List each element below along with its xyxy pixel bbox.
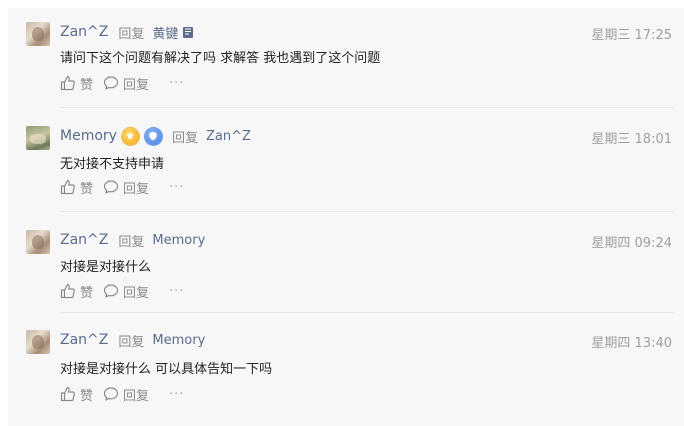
like-label: 赞: [80, 388, 94, 404]
comment-item: Zan^Z 回复 黄键 星期三 17:25 请问下这个问题有解决了吗 求解答 我…: [8, 8, 684, 108]
reply-target-username[interactable]: Memory: [152, 333, 205, 348]
gold-star-medal-icon[interactable]: [121, 127, 139, 145]
avatar[interactable]: [26, 330, 50, 354]
comment-header: Zan^Z 回复 Memory: [60, 330, 205, 350]
comment-header: Zan^Z 回复 黄键: [60, 22, 195, 42]
username[interactable]: Zan^Z: [60, 24, 108, 40]
speech-bubble-icon: [103, 387, 119, 401]
comment-content: 无对接不支持申请: [60, 157, 165, 172]
like-button[interactable]: 赞: [60, 178, 93, 197]
shield-icon: [149, 131, 158, 141]
reply-target-username[interactable]: Zan^Z: [206, 129, 251, 144]
reply-button[interactable]: 回复: [103, 74, 149, 93]
reply-label: 回复: [123, 181, 150, 197]
comment-time: 星期三 18:01: [591, 132, 672, 147]
like-button[interactable]: 赞: [60, 282, 93, 301]
comment-actions: 赞 回复 ···: [60, 177, 184, 197]
comment-header: Memory 回复 Zan^Z: [60, 126, 251, 146]
comment-header: Zan^Z 回复 Memory: [60, 230, 205, 250]
speech-bubble-icon: [103, 284, 119, 298]
more-button[interactable]: ···: [169, 180, 184, 195]
reply-button[interactable]: 回复: [103, 282, 149, 301]
like-label: 赞: [80, 77, 94, 93]
reply-target-username[interactable]: 黄键: [152, 23, 178, 42]
thumbs-up-icon: [60, 179, 75, 195]
comment-time: 星期四 13:40: [591, 336, 672, 351]
comment-item: Zan^Z 回复 Memory 星期四 13:40 对接是对接什么 可以具体告知…: [8, 316, 684, 416]
more-button[interactable]: ···: [169, 387, 184, 402]
comment-actions: 赞 回复 ···: [60, 73, 184, 93]
reply-word: 回复: [171, 130, 198, 146]
reply-word: 回复: [118, 234, 145, 250]
speech-bubble-icon: [103, 180, 119, 194]
more-button[interactable]: ···: [169, 284, 184, 299]
comment-item: Memory 回复 Zan^Z 星期三 18:01 无对接不支持申请 赞 回复 …: [8, 112, 684, 212]
username[interactable]: Memory: [60, 128, 117, 144]
thumbs-up-icon: [60, 386, 75, 402]
reply-word: 回复: [118, 26, 145, 42]
comment-actions: 赞 回复 ···: [60, 384, 184, 404]
comment-time: 星期三 17:25: [591, 28, 672, 43]
comment-content: 对接是对接什么 可以具体告知一下吗: [60, 362, 273, 377]
comment-thread: Zan^Z 回复 黄键 星期三 17:25 请问下这个问题有解决了吗 求解答 我…: [8, 8, 684, 426]
reply-word: 回复: [118, 334, 145, 350]
username[interactable]: Zan^Z: [60, 232, 108, 248]
divider: [60, 211, 674, 212]
comment-item: Zan^Z 回复 Memory 星期四 09:24 对接是对接什么 赞 回复 ·…: [8, 216, 684, 316]
blue-shield-medal-icon[interactable]: [144, 127, 162, 145]
comment-time: 星期四 09:24: [591, 236, 672, 251]
avatar[interactable]: [26, 230, 50, 254]
divider: [60, 312, 674, 313]
bookmark-badge-icon: [183, 26, 194, 38]
reply-label: 回复: [123, 77, 150, 93]
avatar[interactable]: [26, 22, 50, 46]
reply-target-username[interactable]: Memory: [152, 233, 205, 248]
like-button[interactable]: 赞: [60, 74, 93, 93]
username[interactable]: Zan^Z: [60, 332, 108, 348]
thumbs-up-icon: [60, 283, 75, 299]
like-button[interactable]: 赞: [60, 385, 93, 404]
divider: [60, 107, 674, 108]
avatar[interactable]: [26, 126, 50, 150]
comment-content: 对接是对接什么: [60, 260, 152, 275]
reply-button[interactable]: 回复: [103, 178, 149, 197]
thumbs-up-icon: [60, 75, 75, 91]
like-label: 赞: [80, 181, 94, 197]
speech-bubble-icon: [103, 76, 119, 90]
like-label: 赞: [80, 285, 94, 301]
star-icon: [126, 131, 135, 140]
comment-actions: 赞 回复 ···: [60, 281, 184, 301]
comment-content: 请问下这个问题有解决了吗 求解答 我也遇到了这个问题: [60, 51, 381, 66]
reply-label: 回复: [123, 388, 150, 404]
more-button[interactable]: ···: [169, 76, 184, 91]
reply-label: 回复: [123, 285, 150, 301]
reply-button[interactable]: 回复: [103, 385, 149, 404]
